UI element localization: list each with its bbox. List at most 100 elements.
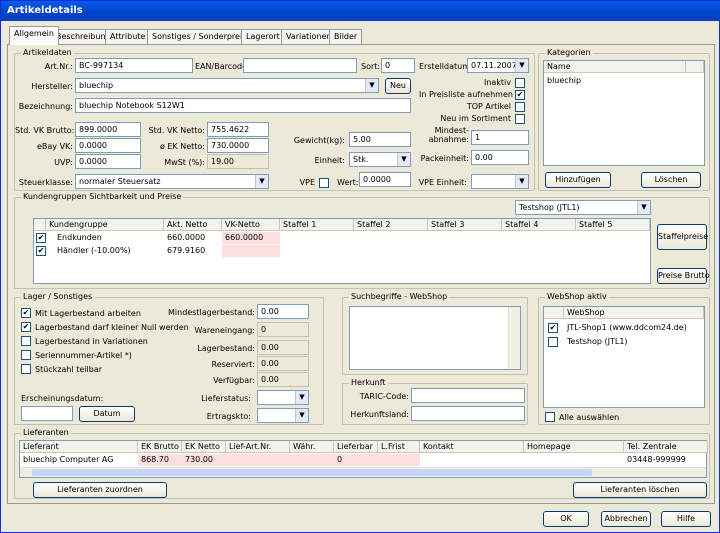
lieferanten-col-ek-brutto[interactable]: EK Brutto [138, 441, 182, 453]
kundengruppe-haendler-checkbox[interactable]: ✔ [36, 246, 46, 256]
lieferanten-col-homepage[interactable]: Homepage [524, 441, 624, 453]
sort-input[interactable]: 0 [381, 58, 415, 73]
ertragskto-select[interactable]: ▼ [257, 408, 309, 423]
wert-input[interactable]: 0.0000 [359, 172, 411, 187]
ebay-vk-input[interactable]: 0.0000 [75, 138, 141, 153]
chevron-down-icon[interactable]: ▼ [365, 79, 378, 92]
top-artikel-checkbox[interactable] [515, 102, 525, 112]
webshop-jtl-checkbox[interactable]: ✔ [548, 323, 558, 333]
kundengruppen-col-staffel-2[interactable]: Staffel 2 [354, 219, 428, 231]
tab-bilder[interactable]: Bilder [329, 29, 363, 44]
tab-attribute[interactable]: Attribute [105, 29, 151, 44]
kleiner-null-checkbox[interactable]: ✔ [21, 322, 31, 332]
lief-art-nr-cell[interactable] [226, 454, 334, 466]
scrollbar[interactable] [508, 307, 520, 369]
ok-button[interactable]: OK [543, 511, 589, 527]
datum-button[interactable]: Datum [79, 406, 135, 422]
horizontal-scrollbar[interactable] [20, 467, 706, 477]
taric-input[interactable] [411, 388, 525, 403]
tab-allgemein[interactable]: Allgemein [9, 26, 59, 45]
list-item[interactable]: bluechip [544, 75, 584, 87]
kundengruppen-col-vk-netto[interactable]: VK-Netto [222, 219, 280, 231]
mindestlager-input[interactable]: 0.00 [257, 304, 309, 319]
chevron-down-icon[interactable]: ▼ [515, 175, 528, 188]
scrollbar-thumb[interactable] [32, 469, 592, 476]
kundengruppen-col-staffel-5[interactable]: Staffel 5 [576, 219, 650, 231]
variationen-checkbox[interactable] [21, 336, 31, 346]
std-vk-netto-input[interactable]: 755.4622 [207, 122, 269, 137]
gewicht-input[interactable]: 5.00 [349, 132, 411, 147]
lieferanten-col-waehr[interactable]: Währ. [290, 441, 334, 453]
ek-brutto-cell[interactable]: 868.70 [138, 454, 182, 466]
neu-sortiment-checkbox[interactable] [515, 114, 525, 124]
uvp-input[interactable]: 0.0000 [75, 154, 141, 169]
chevron-down-icon[interactable]: ▼ [295, 409, 308, 422]
ean-input[interactable] [243, 58, 357, 73]
kundengruppen-col-staffel-3[interactable]: Staffel 3 [428, 219, 502, 231]
bezeichnung-input[interactable]: bluechip Notebook S12W1 [75, 98, 411, 113]
stueckzahl-checkbox[interactable] [21, 364, 31, 374]
kundengruppen-col-akt-netto[interactable]: Akt. Netto [164, 219, 222, 231]
tab-sonstiges[interactable]: Sonstiges / Sonderpreise [147, 29, 257, 44]
chevron-down-icon[interactable]: ▼ [515, 59, 528, 72]
vpe-einheit-select[interactable]: ▼ [471, 174, 529, 189]
erstelldatum-picker[interactable]: 07.11.2007 ▼ [467, 58, 529, 73]
chevron-down-icon[interactable]: ▼ [255, 175, 268, 188]
lieferbar-cell[interactable]: 0 [334, 454, 378, 466]
mit-lagerbestand-checkbox[interactable]: ✔ [21, 308, 31, 318]
kundengruppe-endkunden-checkbox[interactable]: ✔ [36, 233, 46, 243]
preisliste-checkbox[interactable]: ✔ [515, 90, 525, 100]
ek-netto-cell[interactable]: 730.00 [182, 454, 226, 466]
neu-button[interactable]: Neu [385, 78, 411, 94]
herkunftsland-input[interactable] [411, 406, 525, 421]
kundengruppen-table[interactable]: Kundengruppe Akt. Netto VK-Netto Staffel… [33, 218, 651, 284]
lieferanten-col-kontakt[interactable]: Kontakt [420, 441, 524, 453]
erscheinungsdatum-input[interactable] [21, 406, 73, 421]
lieferstatus-select[interactable]: ▼ [257, 390, 309, 405]
kategorie-loeschen-button[interactable]: Löschen [641, 172, 701, 188]
abbrechen-button[interactable]: Abbrechen [601, 511, 651, 527]
mindestabnahme-input[interactable]: 1 [471, 130, 529, 145]
artnr-input[interactable]: BC-997134 [75, 58, 193, 73]
lieferanten-col-ek-netto[interactable]: EK Netto [182, 441, 226, 453]
chevron-down-icon[interactable]: ▼ [637, 201, 650, 214]
kundengruppen-col-staffel-4[interactable]: Staffel 4 [502, 219, 576, 231]
lieferanten-loeschen-button[interactable]: Lieferanten löschen [573, 482, 707, 498]
lieferanten-col-tel[interactable]: Tel. Zentrale [624, 441, 708, 453]
lfrist-cell[interactable] [378, 454, 420, 466]
vpe-checkbox[interactable] [319, 178, 329, 188]
std-vk-brutto-input[interactable]: 899.0000 [75, 122, 141, 137]
alle-auswaehlen-checkbox[interactable] [545, 412, 555, 422]
lieferanten-col-lfrist[interactable]: L.Frist [378, 441, 420, 453]
lieferanten-table[interactable]: Lieferant EK Brutto EK Netto Lief-Art.Nr… [19, 440, 708, 478]
hersteller-select[interactable]: bluechip ▼ [75, 78, 379, 93]
kundengruppen-col-kundengruppe[interactable]: Kundengruppe [46, 219, 164, 231]
kategorien-list[interactable]: Name bluechip [543, 60, 705, 166]
steuerklasse-select[interactable]: normaler Steuersatz ▼ [75, 174, 269, 189]
seriennummer-checkbox[interactable] [21, 350, 31, 360]
lieferanten-zuordnen-button[interactable]: Lieferanten zuordnen [33, 482, 167, 498]
einheit-select[interactable]: Stk. ▼ [349, 152, 411, 167]
kategorie-hinzufuegen-button[interactable]: Hinzufügen [545, 172, 611, 188]
webshop-testshop-checkbox[interactable] [548, 337, 558, 347]
webshop-list[interactable]: WebShop ✔ JTL-Shop1 (www.ddcom24.de) Tes… [543, 306, 705, 408]
chevron-down-icon[interactable]: ▼ [397, 153, 410, 166]
inaktiv-checkbox[interactable] [515, 78, 525, 88]
vk-netto-cell[interactable]: 660.0000 [222, 232, 280, 244]
tab-lagerort[interactable]: Lagerort [241, 29, 285, 44]
lieferanten-col-lieferbar[interactable]: Lieferbar [334, 441, 378, 453]
lieferanten-col-lieferant[interactable]: Lieferant [20, 441, 138, 453]
kundengruppen-col-staffel-1[interactable]: Staffel 1 [280, 219, 354, 231]
suchbegriffe-textarea[interactable] [349, 306, 521, 370]
chevron-down-icon[interactable]: ▼ [295, 391, 308, 404]
shop-select[interactable]: Testshop (JTL1) ▼ [515, 200, 651, 215]
lieferanten-col-lief-art-nr[interactable]: Lief-Art.Nr. [226, 441, 290, 453]
preise-brutto-button[interactable]: Preise Brutto [657, 268, 710, 284]
packeinheit-input[interactable]: 0.00 [471, 150, 529, 165]
staffelpreise-button[interactable]: Staffelpreise [657, 224, 708, 250]
ek-netto-input[interactable]: 730.0000 [207, 138, 269, 153]
webshop-col-name[interactable]: WebShop [564, 307, 704, 319]
hilfe-button[interactable]: Hilfe [661, 511, 711, 527]
vk-netto-cell[interactable] [222, 245, 280, 257]
kategorien-col-name[interactable]: Name [544, 61, 686, 73]
